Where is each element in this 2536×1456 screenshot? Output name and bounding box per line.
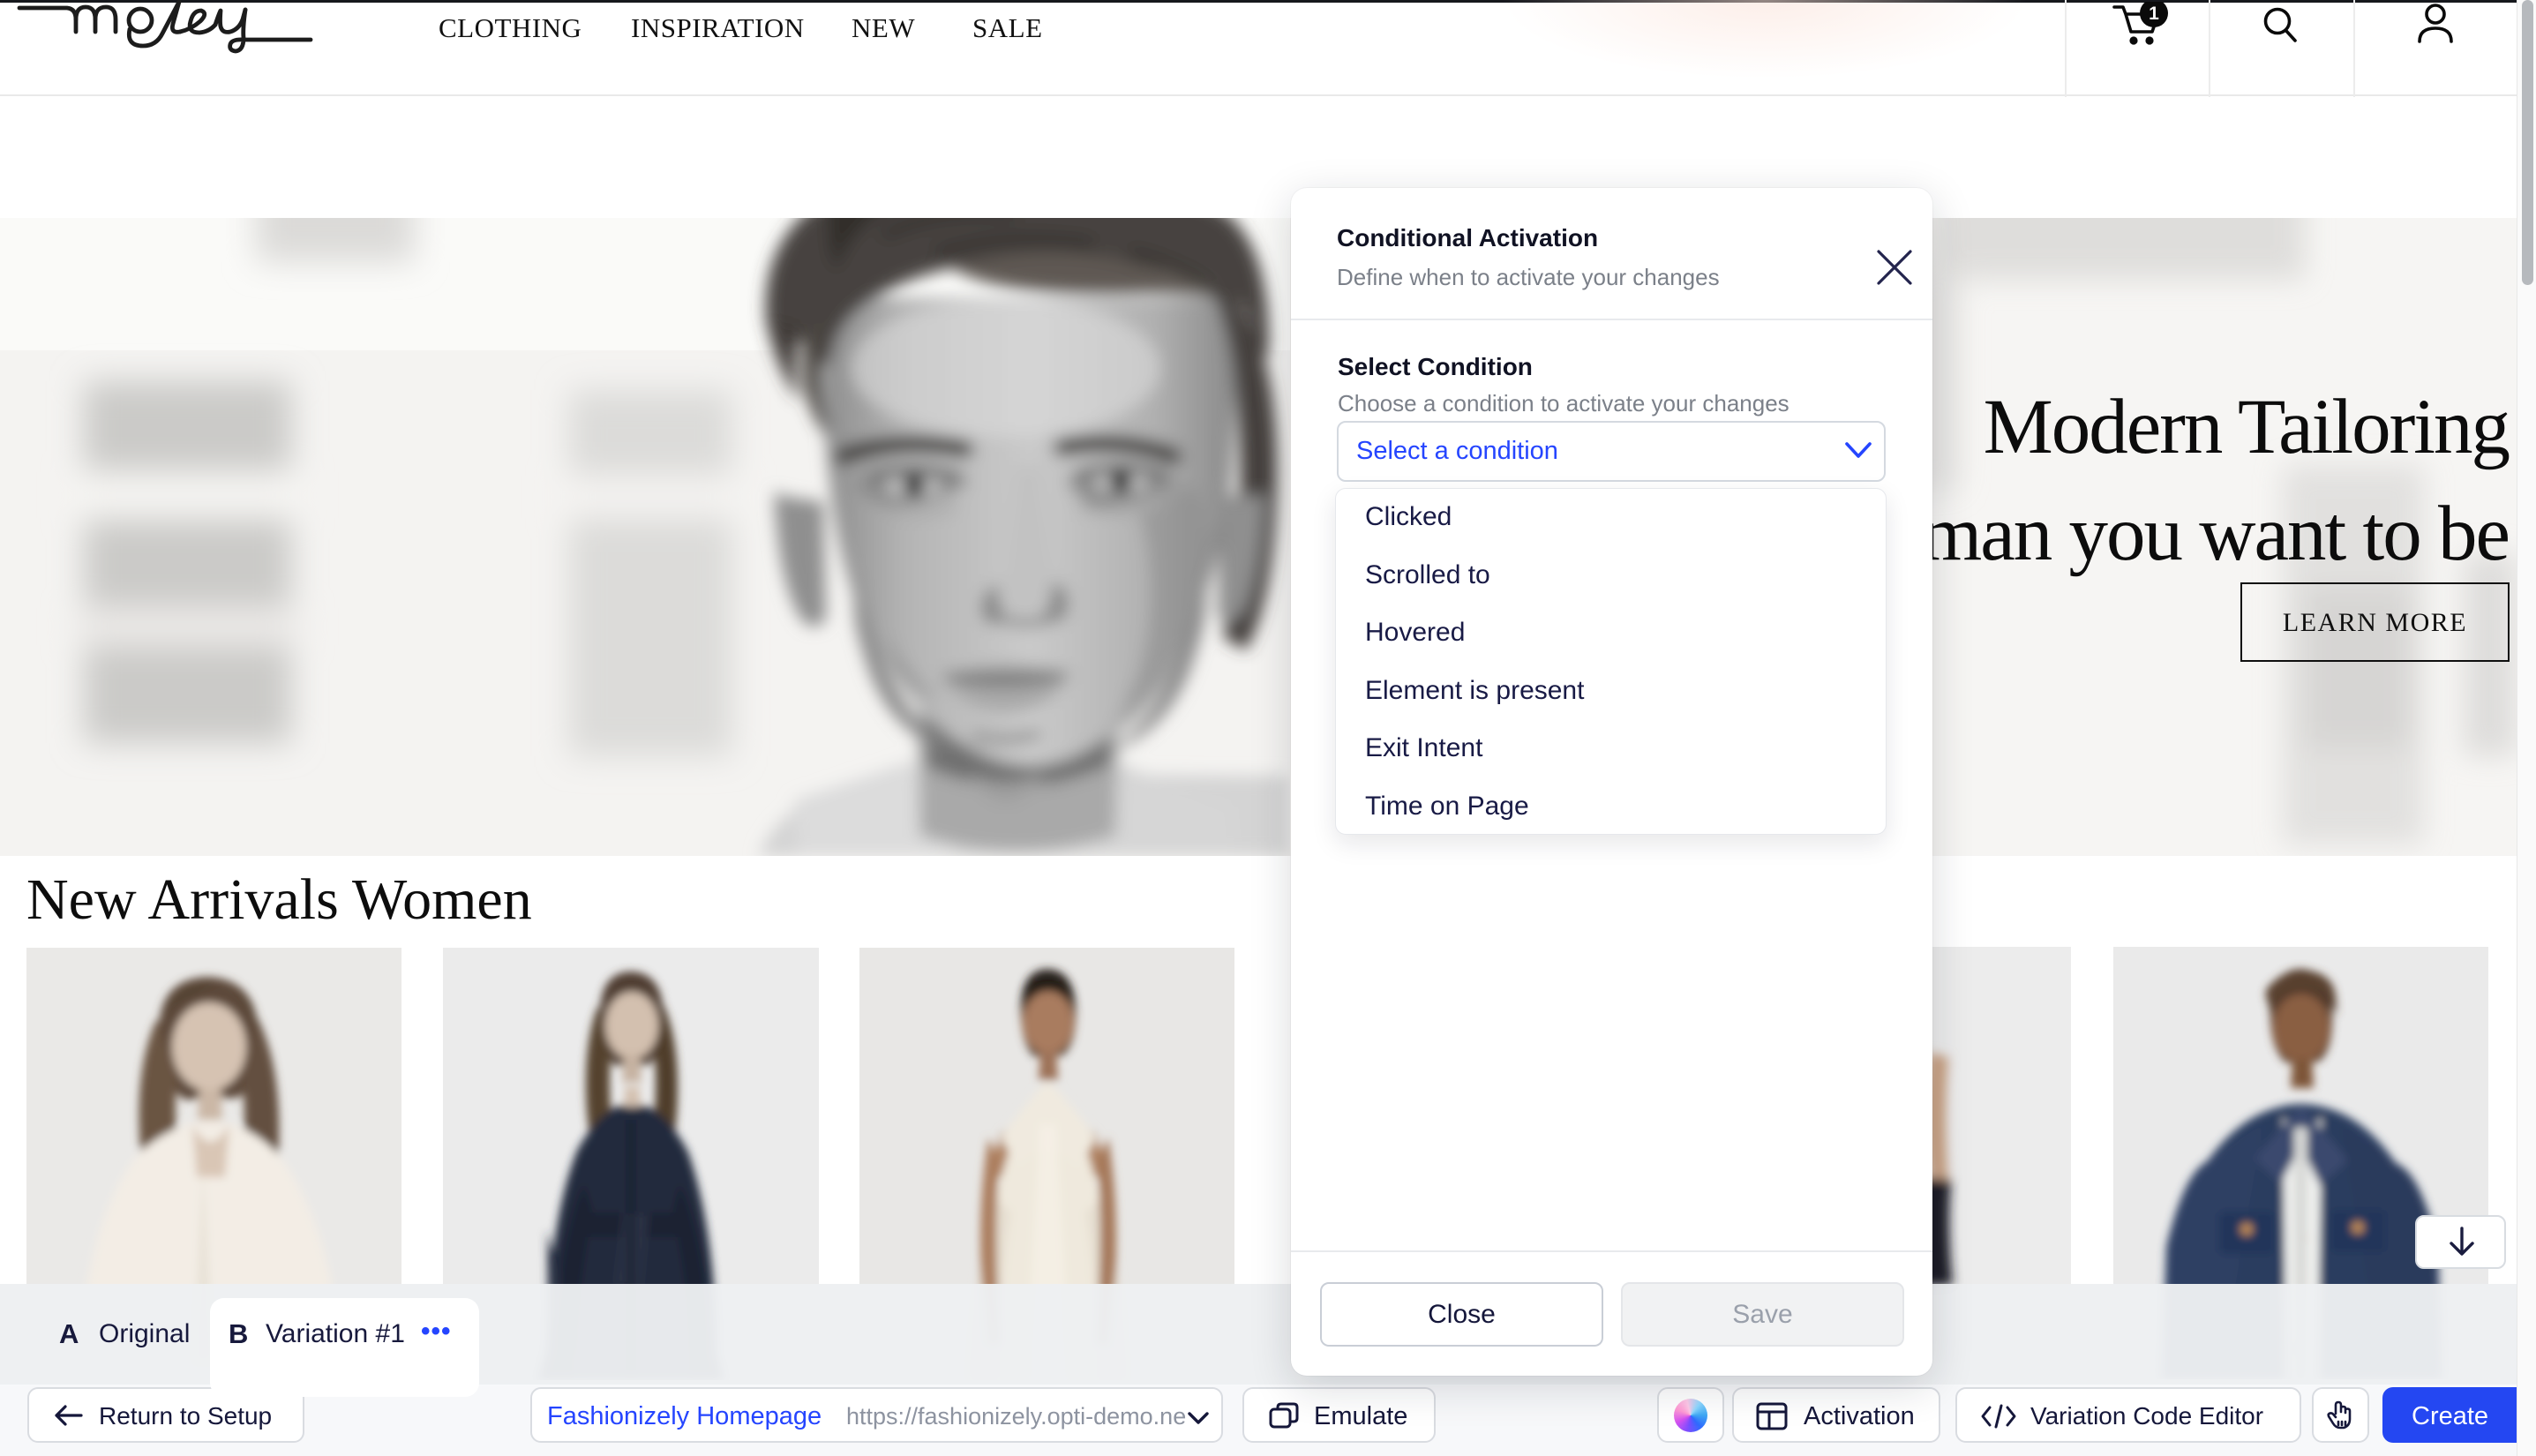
svg-text:1: 1 — [2149, 4, 2159, 24]
